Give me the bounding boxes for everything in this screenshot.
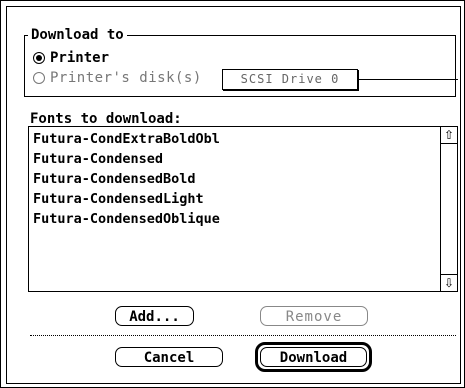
list-item[interactable]: Futura-CondensedOblique bbox=[31, 209, 437, 229]
cancel-button[interactable]: Cancel bbox=[115, 347, 223, 367]
download-button[interactable]: Download bbox=[260, 347, 367, 367]
radio-printers-disk[interactable]: Printer's disk(s) bbox=[33, 69, 202, 86]
remove-button[interactable]: Remove bbox=[260, 306, 368, 326]
radio-printer-label: Printer bbox=[50, 49, 110, 66]
add-button[interactable]: Add... bbox=[115, 306, 194, 326]
radio-printers-disk-label: Printer's disk(s) bbox=[50, 69, 202, 86]
list-item[interactable]: Futura-CondensedLight bbox=[31, 189, 437, 209]
fonts-list[interactable]: Futura-CondExtraBoldObl Futura-Condensed… bbox=[28, 126, 458, 292]
popup-connector-line bbox=[358, 79, 458, 80]
fonts-list-items: Futura-CondExtraBoldObl Futura-Condensed… bbox=[31, 129, 437, 229]
list-scrollbar[interactable]: ⇧ ⇩ bbox=[440, 127, 457, 291]
list-item[interactable]: Futura-CondExtraBoldObl bbox=[31, 129, 437, 149]
download-to-legend: Download to bbox=[28, 27, 127, 43]
fonts-to-download-label: Fonts to download: bbox=[30, 111, 182, 127]
list-item[interactable]: Futura-Condensed bbox=[31, 149, 437, 169]
radio-printer-button[interactable] bbox=[33, 51, 45, 64]
list-item[interactable]: Futura-CondensedBold bbox=[31, 169, 437, 189]
radio-printers-disk-button[interactable] bbox=[33, 71, 45, 84]
scroll-up-arrow-icon[interactable]: ⇧ bbox=[441, 127, 457, 144]
scroll-down-arrow-icon[interactable]: ⇩ bbox=[441, 274, 457, 291]
dotted-divider bbox=[30, 335, 456, 336]
radio-printer[interactable]: Printer bbox=[33, 49, 109, 66]
disk-popup-menu[interactable]: SCSI Drive 0 bbox=[222, 69, 358, 90]
